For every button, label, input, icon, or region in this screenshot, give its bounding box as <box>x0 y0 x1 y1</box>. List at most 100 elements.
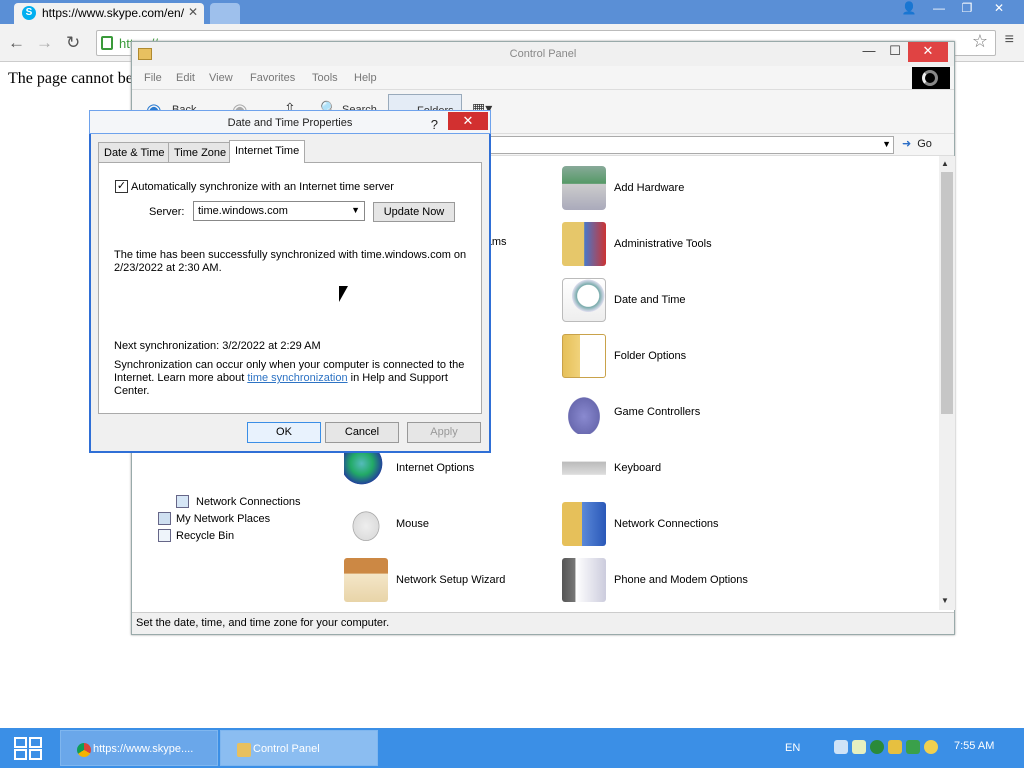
bookmark-star-icon[interactable]: ☆ <box>972 31 988 52</box>
chevron-down-icon[interactable]: ▼ <box>882 139 891 149</box>
windows-pane-icon <box>29 737 42 748</box>
menu-help[interactable]: Help <box>354 72 377 84</box>
dialog-title: Date and Time Properties <box>227 117 353 129</box>
cp-item-network-setup-wizard[interactable]: Network Setup Wizard <box>344 554 564 610</box>
cp-item-phone-modem-options[interactable]: Phone and Modem Options <box>562 554 782 610</box>
taskbar-item-chrome[interactable]: https://www.skype.... <box>60 730 218 766</box>
start-button[interactable] <box>14 737 44 761</box>
tab-internet-time[interactable]: Internet Time <box>229 140 306 163</box>
skype-icon: S <box>22 6 36 20</box>
left-link-my-network-places[interactable]: My Network Places <box>176 513 270 525</box>
cp-item-label: Administrative Tools <box>614 238 712 250</box>
notes-icon[interactable] <box>852 740 866 754</box>
cp-item-date-and-time[interactable]: Date and Time <box>562 274 782 330</box>
network-places-icon <box>158 512 171 525</box>
next-sync-text: Next synchronization: 3/2/2022 at 2:29 A… <box>114 340 321 352</box>
close-window-button[interactable]: ✕ <box>986 0 1012 18</box>
close-tab-icon[interactable]: ✕ <box>188 5 198 19</box>
clock[interactable]: 7:55 AM <box>954 740 994 752</box>
taskbar-item-control-panel[interactable]: Control Panel <box>220 730 378 766</box>
browser-tab-skype[interactable]: S https://www.skype.com/en/ ✕ <box>14 3 204 24</box>
auto-sync-label[interactable]: Automatically synchronize with an Intern… <box>131 181 394 193</box>
tab-time-zone[interactable]: Time Zone <box>168 142 233 162</box>
monitor-icon[interactable] <box>834 740 848 754</box>
task-label: Control Panel <box>253 743 320 755</box>
menu-view[interactable]: View <box>209 72 233 84</box>
cp-item-add-hardware[interactable]: Add Hardware <box>562 162 782 218</box>
left-link-recycle-bin[interactable]: Recycle Bin <box>176 530 234 542</box>
network-connections-icon <box>562 502 606 546</box>
dialog-close-button[interactable]: ✕ <box>448 112 488 130</box>
windows-pane-icon <box>14 749 27 760</box>
network-globe-icon[interactable] <box>870 740 884 754</box>
chevron-down-icon: ▼ <box>351 205 360 215</box>
menu-bar: File Edit View Favorites Tools Help <box>132 66 954 90</box>
server-dropdown[interactable]: time.windows.com ▼ <box>193 201 365 221</box>
control-panel-icon <box>237 743 251 757</box>
vertical-scrollbar[interactable]: ▲ ▼ <box>939 156 955 610</box>
lock-icon <box>101 36 113 50</box>
cp-maximize-button[interactable]: ☐ <box>882 42 908 62</box>
cp-item-label: Folder Options <box>614 350 687 362</box>
cp-item-label: Date and Time <box>614 294 686 306</box>
update-now-button[interactable]: Update Now <box>373 202 455 222</box>
gamepad-icon <box>562 390 606 434</box>
scroll-up-icon[interactable]: ▲ <box>941 159 949 168</box>
cp-item-keyboard[interactable]: Keyboard <box>562 442 782 498</box>
address-field[interactable]: ▼ <box>482 136 894 154</box>
minimize-button[interactable]: — <box>926 0 952 18</box>
cp-item-label: Add Hardware <box>614 182 685 194</box>
internet-time-panel: ✓ Automatically synchronize with an Inte… <box>98 162 482 414</box>
time-sync-link[interactable]: time synchronization <box>247 372 347 384</box>
cp-item-label: Network Setup Wizard <box>396 574 506 586</box>
auto-sync-checkbox[interactable]: ✓ <box>115 180 128 193</box>
browser-tab-strip: S https://www.skype.com/en/ ✕ 👤 — ❐ ✕ <box>0 0 1024 24</box>
cp-minimize-button[interactable]: — <box>856 42 882 62</box>
reload-icon[interactable]: ↻ <box>66 33 80 53</box>
sync-status-message: The time has been successfully synchroni… <box>114 249 467 274</box>
restore-button[interactable]: ❐ <box>954 0 980 18</box>
menu-file[interactable]: File <box>144 72 162 84</box>
mouse-cursor-icon <box>339 286 348 302</box>
ok-button[interactable]: OK <box>247 422 321 443</box>
new-tab-button[interactable] <box>210 3 240 24</box>
cp-item-administrative-tools[interactable]: Administrative Tools <box>562 218 782 274</box>
cp-item-network-connections[interactable]: Network Connections <box>562 498 782 554</box>
control-panel-icon <box>138 48 152 60</box>
smiley-icon[interactable] <box>924 740 938 754</box>
control-panel-titlebar: Control Panel — ☐ ✕ <box>132 42 954 66</box>
network-status-icon[interactable] <box>906 740 920 754</box>
scrollbar-thumb[interactable] <box>941 172 953 414</box>
cp-close-button[interactable]: ✕ <box>908 42 948 62</box>
shield-icon[interactable] <box>888 740 902 754</box>
menu-tools[interactable]: Tools <box>312 72 338 84</box>
cp-item-label: Game Controllers <box>614 406 701 418</box>
folder-options-icon <box>562 334 606 378</box>
windows-pane-icon <box>29 749 42 760</box>
apply-button[interactable]: Apply <box>407 422 481 443</box>
left-link-network-connections[interactable]: Network Connections <box>196 496 301 508</box>
taskbar: https://www.skype.... Control Panel EN 7… <box>0 728 1024 768</box>
language-indicator[interactable]: EN <box>785 742 800 754</box>
page-error-text: The page cannot be <box>8 70 133 87</box>
scroll-down-icon[interactable]: ▼ <box>941 596 949 605</box>
menu-favorites[interactable]: Favorites <box>250 72 295 84</box>
back-arrow-icon[interactable]: ← <box>8 33 25 53</box>
status-bar: Set the date, time, and time zone for yo… <box>132 612 954 634</box>
windows-logo-icon <box>912 67 950 89</box>
cp-item-label: Phone and Modem Options <box>614 574 748 586</box>
server-value: time.windows.com <box>198 205 288 217</box>
tab-date-time[interactable]: Date & Time <box>98 142 171 162</box>
forward-arrow-icon[interactable]: → <box>36 33 53 53</box>
dialog-titlebar: Date and Time Properties ? ✕ <box>89 110 491 134</box>
cp-item-game-controllers[interactable]: Game Controllers <box>562 386 782 442</box>
cp-item-folder-options[interactable]: Folder Options <box>562 330 782 386</box>
go-button[interactable]: ➜ Go <box>902 137 932 150</box>
dialog-body: Date & Time Time Zone Internet Time ✓ Au… <box>91 134 489 451</box>
browser-menu-icon[interactable]: ≡ <box>1005 31 1014 49</box>
profile-icon[interactable]: 👤 <box>896 0 922 18</box>
menu-edit[interactable]: Edit <box>176 72 195 84</box>
cp-item-mouse[interactable]: Mouse <box>344 498 564 554</box>
cancel-button[interactable]: Cancel <box>325 422 399 443</box>
network-wizard-icon <box>344 558 388 602</box>
